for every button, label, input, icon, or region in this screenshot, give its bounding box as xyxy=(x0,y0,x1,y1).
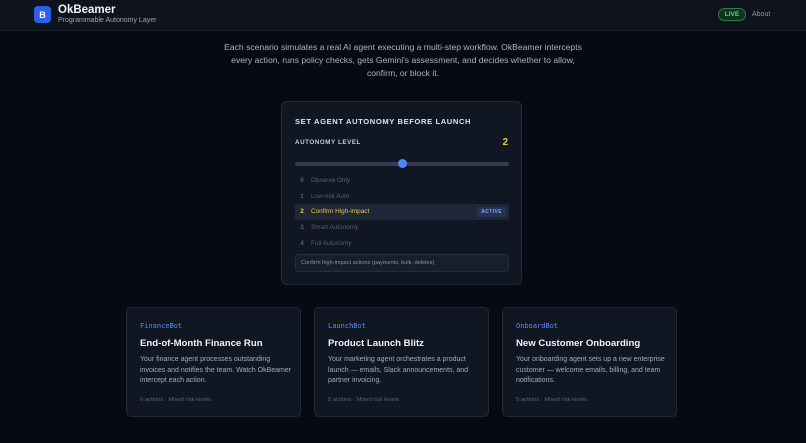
intro-description: Each scenario simulates a real AI agent … xyxy=(224,42,582,78)
scenario-meta: 6 actions · Mixed risk levels xyxy=(140,397,211,403)
agent-name: FinanceBot xyxy=(140,322,183,330)
option-number: 4 xyxy=(300,239,304,247)
scenario-title: New Customer Onboarding xyxy=(516,338,641,349)
agent-name: LaunchBot xyxy=(328,322,366,330)
option-label: Full Autonomy xyxy=(311,239,352,247)
top-nav-bar: B OkBeamer Programmable Autonomy Layer L… xyxy=(0,0,806,31)
scenario-meta: 5 actions · Mixed risk levels xyxy=(328,397,399,403)
active-badge: ACTIVE xyxy=(477,207,506,217)
option-label: Smart Autonomy xyxy=(311,224,359,232)
option-number: 3 xyxy=(300,224,304,232)
option-number: 1 xyxy=(300,192,304,200)
scenario-card-financebot[interactable]: FinanceBot End-of-Month Finance Run Your… xyxy=(126,307,301,417)
live-status-badge: LIVE xyxy=(718,8,746,21)
panel-title: SET AGENT AUTONOMY BEFORE LAUNCH xyxy=(295,117,472,126)
logo-icon[interactable]: B xyxy=(34,6,51,23)
autonomy-level-options: 0 Observe Only 1 Low-risk Auto 2 Confirm… xyxy=(295,173,509,251)
option-label: Observe Only xyxy=(311,177,351,185)
app-subtitle: Programmable Autonomy Layer xyxy=(58,17,157,24)
autonomy-option-0[interactable]: 0 Observe Only xyxy=(295,173,509,189)
autonomy-level-value: 2 xyxy=(502,137,508,148)
autonomy-slider-track[interactable] xyxy=(295,159,509,168)
about-link[interactable]: About xyxy=(752,11,770,18)
scenario-description: Your marketing agent orchestrates a prod… xyxy=(328,356,469,384)
scenario-title: Product Launch Blitz xyxy=(328,338,424,349)
autonomy-option-4[interactable]: 4 Full Autonomy xyxy=(295,235,509,251)
agent-name: OnboardBot xyxy=(516,322,559,330)
autonomy-option-1[interactable]: 1 Low-risk Auto xyxy=(295,189,509,205)
scenario-description: Your onboarding agent sets up a new ente… xyxy=(516,356,665,384)
option-label: Confirm High-impact xyxy=(311,208,370,216)
autonomy-level-label: AUTONOMY LEVEL xyxy=(295,139,361,146)
scenario-description: Your finance agent processes outstanding… xyxy=(140,356,292,384)
autonomy-settings-panel: SET AGENT AUTONOMY BEFORE LAUNCH AUTONOM… xyxy=(281,101,522,285)
option-label: Low-risk Auto xyxy=(311,192,350,200)
autonomy-slider-thumb[interactable] xyxy=(397,159,407,168)
scenario-card-onboardbot[interactable]: OnboardBot New Customer Onboarding Your … xyxy=(502,307,677,417)
autonomy-option-2[interactable]: 2 Confirm High-impact ACTIVE xyxy=(295,204,509,220)
scenario-meta: 5 actions · Mixed risk levels xyxy=(516,397,587,403)
scenario-card-launchbot[interactable]: LaunchBot Product Launch Blitz Your mark… xyxy=(314,307,489,417)
autonomy-option-3[interactable]: 3 Smart Autonomy xyxy=(295,220,509,236)
option-number: 0 xyxy=(300,177,304,185)
autonomy-level-description: Confirm high-impact actions (payments, b… xyxy=(295,254,509,272)
option-number: 2 xyxy=(300,208,304,216)
scenario-title: End-of-Month Finance Run xyxy=(140,338,263,349)
app-title: OkBeamer xyxy=(58,4,116,16)
